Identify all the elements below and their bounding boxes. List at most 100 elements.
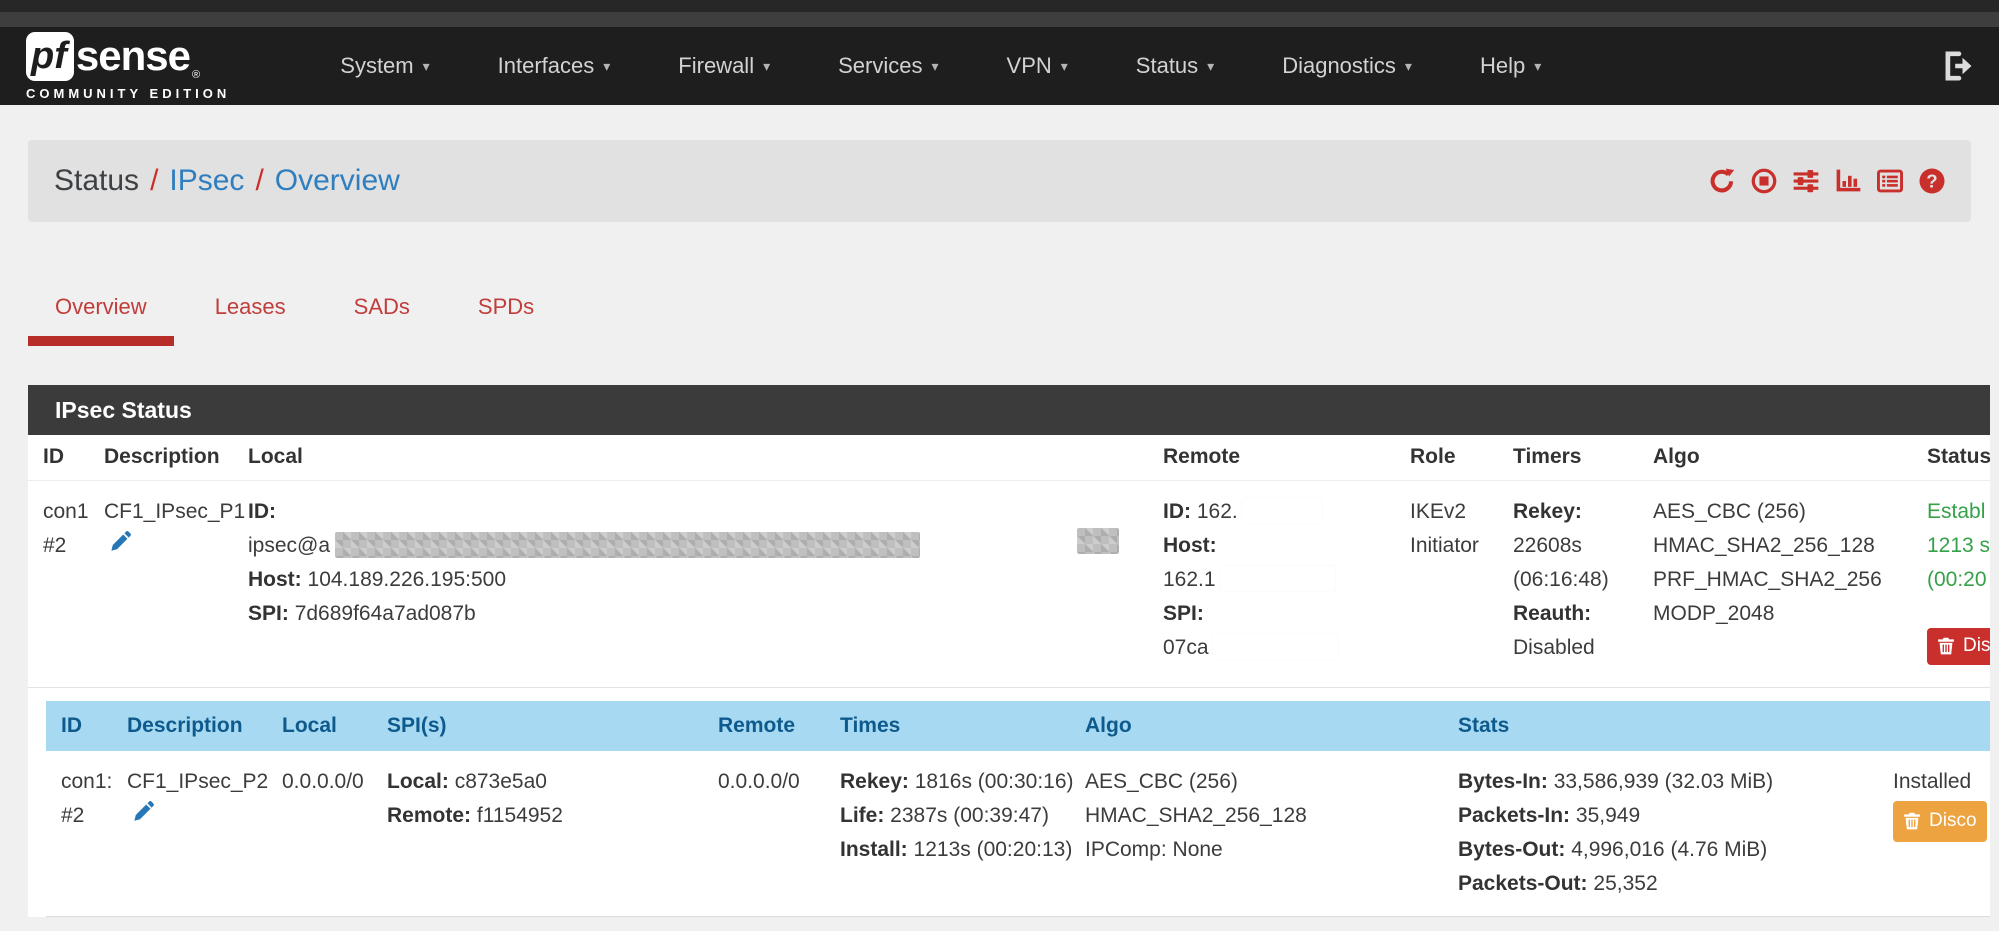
sliders-icon[interactable]: [1793, 168, 1819, 194]
edit-pencil-icon[interactable]: [133, 800, 155, 822]
bytes-in-value: 33,586,939 (32.03 MiB): [1554, 770, 1773, 793]
ike-role: Initiator: [1410, 529, 1483, 563]
col-header-spi: SPI(s): [372, 701, 703, 751]
nav-item-help[interactable]: Help ▾: [1480, 53, 1541, 79]
algo-encryption: AES_CBC (256): [1653, 495, 1897, 529]
breadcrumb-link-ipsec[interactable]: IPsec: [169, 164, 244, 198]
status-uptime-hms: (00:20: [1927, 563, 1990, 597]
spi-remote-label: Remote:: [387, 804, 471, 827]
page-content: Status / IPsec / Overview ? Overview Lea…: [0, 105, 1990, 917]
breadcrumb-separator: /: [150, 164, 158, 198]
spi-local-value: c873e5a0: [455, 770, 547, 793]
ike-status-cell: Establ 1213 s (00:20 Dis: [1912, 481, 1990, 687]
disconnect-child-button[interactable]: Disco: [1893, 801, 1987, 842]
nav-item-firewall[interactable]: Firewall ▾: [678, 53, 770, 79]
remote-host-label: Host:: [1163, 534, 1217, 557]
ike-description: CF1_IPsec_P1: [104, 495, 218, 529]
breadcrumb-bar: Status / IPsec / Overview ?: [28, 140, 1971, 222]
chevron-down-icon: ▾: [1207, 58, 1214, 75]
chevron-down-icon: ▾: [931, 58, 938, 75]
local-host-value: 104.189.226.195:500: [308, 568, 507, 591]
col-header-remote: Remote: [1148, 435, 1395, 480]
disconnect-button[interactable]: Dis: [1927, 628, 1990, 665]
tab-leases[interactable]: Leases: [188, 286, 313, 346]
tab-spds[interactable]: SPDs: [451, 286, 561, 346]
tab-spds-label[interactable]: SPDs: [451, 286, 561, 346]
nav-item-label: Firewall: [678, 53, 754, 79]
nav-item-diagnostics[interactable]: Diagnostics ▾: [1282, 53, 1412, 79]
tab-sads[interactable]: SADs: [327, 286, 437, 346]
nav-item-vpn[interactable]: VPN ▾: [1007, 53, 1068, 79]
rekey-label: Rekey:: [1513, 500, 1582, 523]
col-header-id: ID: [46, 701, 112, 751]
stop-icon[interactable]: [1751, 168, 1777, 194]
local-id-label: ID:: [248, 500, 276, 523]
algo-integrity: HMAC_SHA2_256_128: [1653, 529, 1897, 563]
bar-chart-icon[interactable]: [1835, 168, 1861, 194]
rekey-time: (06:16:48): [1513, 563, 1623, 597]
install-value: 1213s (00:20:13): [914, 838, 1073, 861]
ike-id-cell: con1 #2: [28, 481, 89, 687]
ike-local-cell: ID: ipsec@a Host: 104.189.226.195:500 SP…: [233, 481, 1148, 687]
child-algo-cell: AES_CBC (256) HMAC_SHA2_256_128 IPComp: …: [1070, 751, 1443, 916]
logout-icon[interactable]: [1943, 51, 1973, 81]
nav-item-services[interactable]: Services ▾: [838, 53, 938, 79]
help-icon[interactable]: ?: [1919, 168, 1945, 194]
col-header-role: Role: [1395, 435, 1498, 480]
ike-table: ID Description Local Remote Role Timers …: [28, 435, 1990, 917]
ike-table-header-row: ID Description Local Remote Role Timers …: [28, 435, 1990, 481]
algo-ipcomp: IPComp: None: [1085, 833, 1428, 867]
registered-mark-icon: ®: [192, 69, 200, 81]
log-icon[interactable]: [1877, 168, 1903, 194]
chevron-down-icon: ▾: [1061, 58, 1068, 75]
child-description-cell: CF1_IPsec_P2: [112, 751, 267, 916]
nav-item-interfaces[interactable]: Interfaces ▾: [498, 53, 611, 79]
child-local-cell: 0.0.0.0/0: [267, 751, 372, 916]
rekey-value: 1816s (00:30:16): [915, 770, 1074, 793]
nav-item-label: VPN: [1007, 53, 1052, 79]
ipsec-status-panel: IPsec Status ID Description Local Remote…: [28, 385, 1990, 917]
window-top-strip: [0, 0, 1999, 12]
nav-item-label: Diagnostics: [1282, 53, 1396, 79]
ike-description-cell: CF1_IPsec_P1: [89, 481, 233, 687]
disconnect-label: Dis: [1963, 635, 1990, 658]
logo-pf-mark: pf: [26, 32, 74, 81]
nav-item-status[interactable]: Status ▾: [1136, 53, 1214, 79]
redacted-region: [1077, 528, 1119, 554]
child-id-cell: con1: #2: [46, 751, 112, 916]
tab-overview[interactable]: Overview: [28, 286, 174, 346]
ike-version: IKEv2: [1410, 495, 1483, 529]
life-label: Life:: [840, 804, 884, 827]
pfsense-logo[interactable]: pf sense ® COMMUNITY EDITION: [26, 32, 230, 101]
remote-id-label: ID:: [1163, 500, 1191, 523]
life-value: 2387s (00:39:47): [890, 804, 1049, 827]
col-header-timers: Timers: [1498, 435, 1638, 480]
remote-spi-label: SPI:: [1163, 602, 1204, 625]
pfsense-logo-text: pf sense ®: [26, 32, 230, 81]
spi-remote-value: f1154952: [477, 804, 563, 827]
nav-item-system[interactable]: System ▾: [340, 53, 429, 79]
ike-remote-cell: ID: 162. Host: 162.1 SPI: 07ca: [1148, 481, 1395, 687]
logo-edition-text: COMMUNITY EDITION: [26, 86, 230, 101]
remote-id-value: 162.: [1197, 500, 1238, 523]
col-header-status: Status: [1912, 435, 1990, 480]
trash-icon: [1903, 812, 1921, 830]
row-spacer: [28, 688, 1990, 701]
ike-timers-cell: Rekey: 22608s (06:16:48) Reauth: Disable…: [1498, 481, 1638, 687]
breadcrumb-separator: /: [255, 164, 263, 198]
child-status-cell: Installed Disco: [1878, 751, 1990, 916]
breadcrumb-page: Status: [54, 164, 139, 198]
edit-pencil-icon[interactable]: [110, 530, 132, 552]
breadcrumb-link-overview[interactable]: Overview: [275, 164, 400, 198]
refresh-icon[interactable]: [1709, 168, 1735, 194]
tab-sads-label[interactable]: SADs: [327, 286, 437, 346]
local-spi-value: 7d689f64a7ad087b: [295, 602, 476, 625]
packets-out-value: 25,352: [1593, 872, 1657, 895]
tab-overview-label[interactable]: Overview: [28, 286, 174, 346]
tab-leases-label[interactable]: Leases: [188, 286, 313, 346]
status-established: Establ: [1927, 495, 1990, 529]
rekey-label: Rekey:: [840, 770, 909, 793]
child-spi-cell: Local: c873e5a0 Remote: f1154952: [372, 751, 703, 916]
disconnect-label: Disco: [1929, 810, 1977, 833]
ike-id: con1: [43, 495, 74, 529]
